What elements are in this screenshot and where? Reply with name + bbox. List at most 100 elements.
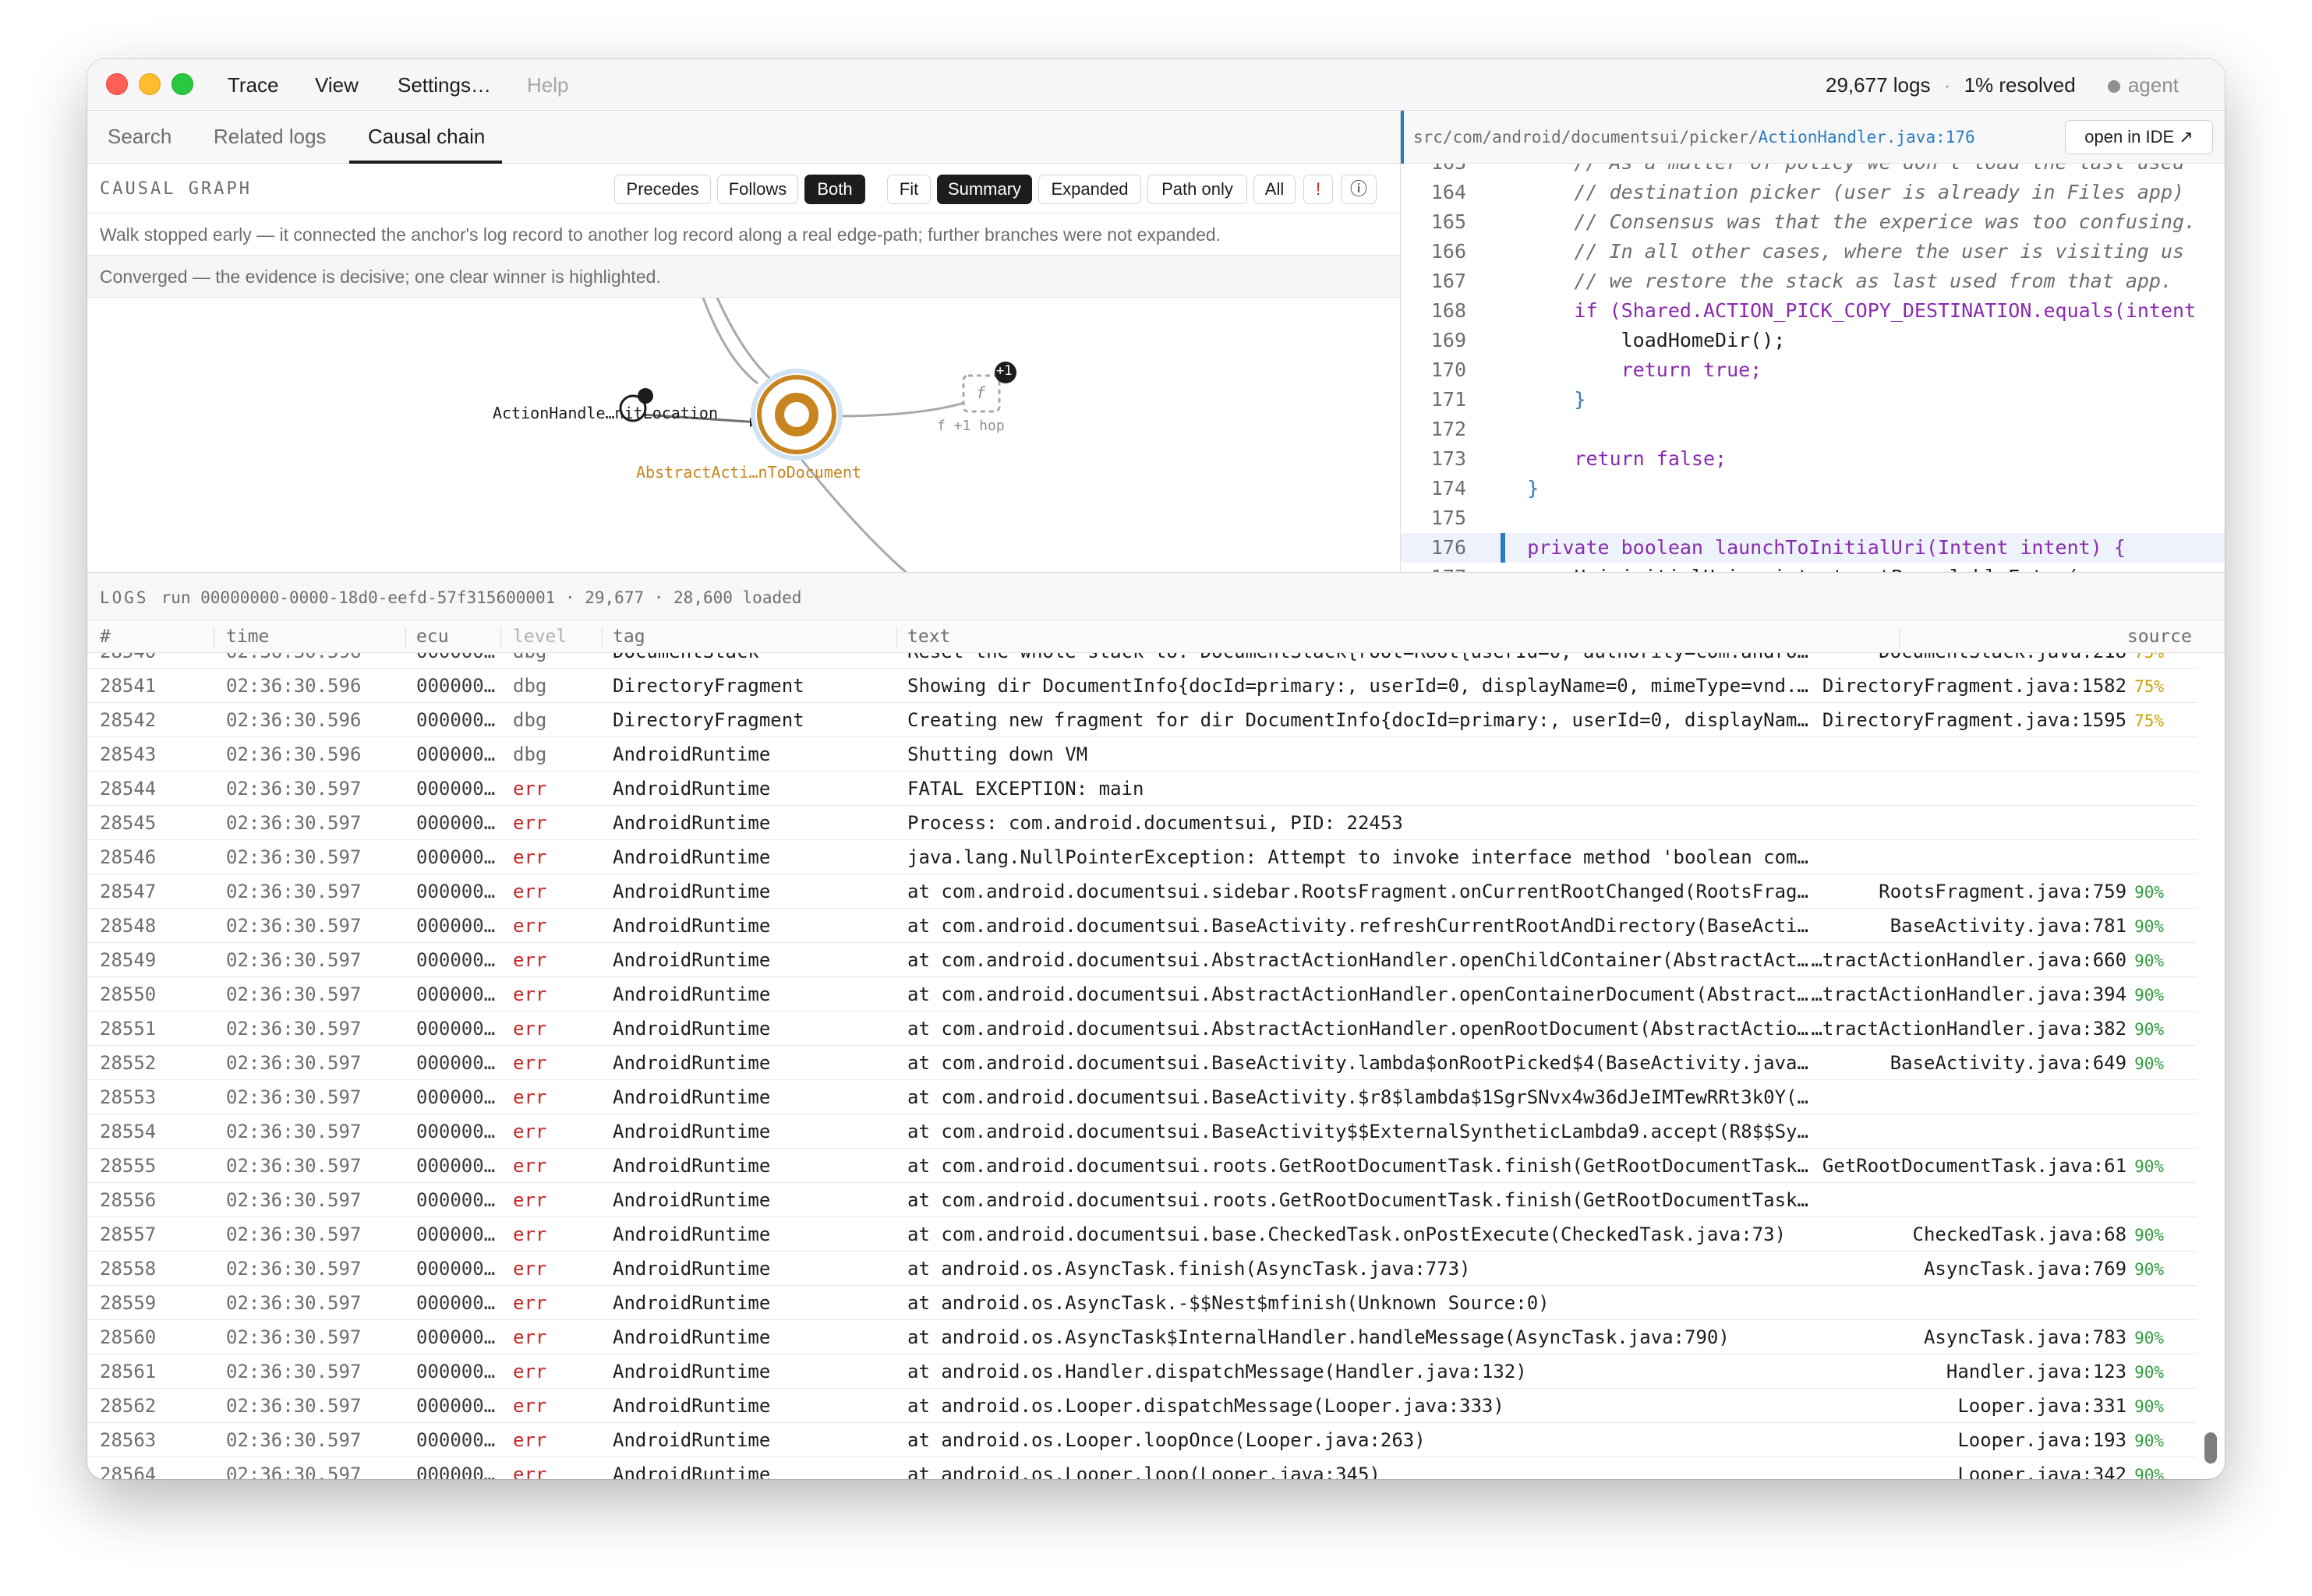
log-row[interactable]: 28562 02:36:30.597 000000… err AndroidRuntim… bbox=[87, 1389, 2197, 1423]
log-source[interactable]: …tractActionHandler.java:382 90% bbox=[1759, 1012, 2164, 1047]
log-row[interactable]: 28550 02:36:30.597 000000… err AndroidRuntim… bbox=[87, 977, 2197, 1012]
log-row[interactable]: 28555 02:36:30.597 000000… err AndroidRuntim… bbox=[87, 1149, 2197, 1183]
expand-badge-icon[interactable] bbox=[638, 388, 653, 404]
log-source-confidence: 90% bbox=[2134, 1466, 2164, 1479]
scroll-thumb[interactable] bbox=[2204, 1432, 2217, 1464]
col-tag[interactable]: tag bbox=[613, 627, 645, 647]
log-source[interactable]: …tractActionHandler.java:660 90% bbox=[1759, 943, 2164, 978]
col-time[interactable]: time bbox=[226, 627, 269, 647]
log-source[interactable] bbox=[1759, 840, 2164, 875]
log-row[interactable]: 28559 02:36:30.597 000000… err AndroidRuntim… bbox=[87, 1286, 2197, 1320]
log-row[interactable]: 28551 02:36:30.597 000000… err AndroidRuntim… bbox=[87, 1012, 2197, 1046]
expanded-button[interactable]: Expanded bbox=[1038, 175, 1141, 204]
log-row[interactable]: 28553 02:36:30.597 000000… err AndroidRuntim… bbox=[87, 1080, 2197, 1114]
col-divider[interactable] bbox=[500, 627, 501, 648]
log-row[interactable]: 28560 02:36:30.597 000000… err AndroidRuntim… bbox=[87, 1320, 2197, 1354]
log-num: 28564 bbox=[100, 1464, 157, 1479]
log-row[interactable]: 28549 02:36:30.597 000000… err AndroidRuntim… bbox=[87, 943, 2197, 977]
col-level[interactable]: level bbox=[513, 627, 567, 647]
log-source[interactable]: DocumentStack.java:218 75% bbox=[1759, 653, 2164, 669]
log-row[interactable]: 28552 02:36:30.597 000000… err AndroidRuntim… bbox=[87, 1046, 2197, 1080]
precedes-button[interactable]: Precedes bbox=[614, 175, 711, 204]
log-source[interactable] bbox=[1759, 806, 2164, 841]
source-path[interactable]: src/com/android/documentsui/picker/Actio… bbox=[1413, 128, 1975, 147]
log-num: 28562 bbox=[100, 1395, 157, 1417]
log-row[interactable]: 28544 02:36:30.597 000000… err AndroidRuntim… bbox=[87, 772, 2197, 806]
log-level: dbg bbox=[513, 709, 547, 731]
source-path-bar: src/com/android/documentsui/picker/Actio… bbox=[1401, 111, 2225, 164]
log-row[interactable]: 28546 02:36:30.597 000000… err AndroidRuntim… bbox=[87, 840, 2197, 874]
log-source[interactable]: AsyncTask.java:769 90% bbox=[1759, 1252, 2164, 1287]
log-row[interactable]: 28556 02:36:30.597 000000… err AndroidRuntim… bbox=[87, 1183, 2197, 1217]
log-source[interactable]: DirectoryFragment.java:1582 75% bbox=[1759, 669, 2164, 704]
log-row[interactable]: 28543 02:36:30.596 000000… dbg AndroidRuntim… bbox=[87, 737, 2197, 772]
log-source[interactable]: CheckedTask.java:68 90% bbox=[1759, 1217, 2164, 1252]
log-source[interactable] bbox=[1759, 1080, 2164, 1115]
log-source[interactable]: GetRootDocumentTask.java:61 90% bbox=[1759, 1149, 2164, 1184]
log-row[interactable]: 28540 02:36:30.596 000000…dbg DocumentStack… bbox=[87, 653, 2197, 669]
log-row[interactable]: 28563 02:36:30.597 000000… err AndroidRuntim… bbox=[87, 1423, 2197, 1457]
tab-causal-chain[interactable]: Causal chain bbox=[368, 125, 485, 149]
log-source[interactable]: Looper.java:342 90% bbox=[1759, 1457, 2164, 1479]
log-source-file: AsyncTask.java:783 bbox=[1923, 1326, 2127, 1348]
alert-button[interactable]: ! bbox=[1303, 175, 1333, 204]
log-source[interactable] bbox=[1759, 1114, 2164, 1149]
log-source[interactable]: RootsFragment.java:759 90% bbox=[1759, 874, 2164, 909]
log-row[interactable]: 28558 02:36:30.597 000000… err AndroidRuntim… bbox=[87, 1252, 2197, 1286]
info-icon[interactable]: ⓘ bbox=[1341, 175, 1377, 204]
code-text: return true; bbox=[1480, 358, 1762, 381]
log-text: at com.android.documentsui.roots.GetRoot… bbox=[907, 1155, 1808, 1177]
menu-view[interactable]: View bbox=[315, 73, 359, 97]
causal-graph-canvas[interactable]: + +1 f ActionHandle…nitLocation Abstract… bbox=[87, 298, 1400, 572]
close-window-button[interactable] bbox=[106, 73, 128, 95]
log-source[interactable]: AsyncTask.java:783 90% bbox=[1759, 1320, 2164, 1355]
log-row[interactable]: 28564 02:36:30.597 000000… err AndroidRuntim… bbox=[87, 1457, 2197, 1479]
col-divider[interactable] bbox=[896, 627, 897, 648]
col-divider[interactable] bbox=[405, 627, 406, 648]
fit-button[interactable]: Fit bbox=[887, 175, 931, 204]
open-in-ide-button[interactable]: open in IDE ↗ bbox=[2065, 120, 2213, 154]
log-row[interactable]: 28542 02:36:30.596 000000… dbg DirectoryFrag… bbox=[87, 703, 2197, 737]
log-source-confidence: 90% bbox=[2134, 1157, 2164, 1176]
log-row[interactable]: 28548 02:36:30.597 000000… err AndroidRuntim… bbox=[87, 909, 2197, 943]
log-source[interactable] bbox=[1759, 737, 2164, 772]
log-row[interactable]: 28561 02:36:30.597 000000… err AndroidRuntim… bbox=[87, 1354, 2197, 1389]
log-source[interactable]: DirectoryFragment.java:1595 75% bbox=[1759, 703, 2164, 738]
log-source[interactable]: Looper.java:193 90% bbox=[1759, 1423, 2164, 1458]
minimize-window-button[interactable] bbox=[139, 73, 161, 95]
tab-related-logs[interactable]: Related logs bbox=[214, 125, 327, 149]
follows-button[interactable]: Follows bbox=[717, 175, 798, 204]
log-source[interactable]: BaseActivity.java:649 90% bbox=[1759, 1046, 2164, 1081]
log-row[interactable]: 28557 02:36:30.597 000000… err AndroidRuntim… bbox=[87, 1217, 2197, 1252]
col-num[interactable]: # bbox=[100, 627, 111, 647]
log-source[interactable]: …tractActionHandler.java:394 90% bbox=[1759, 977, 2164, 1012]
log-source[interactable]: BaseActivity.java:781 90% bbox=[1759, 909, 2164, 944]
log-row[interactable]: 28545 02:36:30.597 000000… err AndroidRuntim… bbox=[87, 806, 2197, 840]
zoom-window-button[interactable] bbox=[171, 73, 193, 95]
log-source[interactable]: Handler.java:123 90% bbox=[1759, 1354, 2164, 1389]
agent-status[interactable]: agent bbox=[2107, 73, 2179, 97]
col-divider[interactable] bbox=[1899, 627, 1900, 648]
log-row[interactable]: 28541 02:36:30.596 000000… dbg DirectoryFrag… bbox=[87, 669, 2197, 703]
tab-search[interactable]: Search bbox=[108, 125, 171, 149]
both-button[interactable]: Both bbox=[804, 175, 865, 204]
log-scrollbar[interactable] bbox=[2201, 653, 2220, 1479]
log-row[interactable]: 28547 02:36:30.597 000000… err AndroidRuntim… bbox=[87, 874, 2197, 909]
col-text[interactable]: text bbox=[907, 627, 950, 647]
log-tag: AndroidRuntime bbox=[613, 1429, 771, 1451]
menu-trace[interactable]: Trace bbox=[228, 73, 279, 97]
log-row[interactable]: 28554 02:36:30.597 000000… err AndroidRuntim… bbox=[87, 1114, 2197, 1149]
log-source[interactable] bbox=[1759, 1286, 2164, 1321]
col-ecu[interactable]: ecu bbox=[416, 627, 449, 647]
path-only-button[interactable]: Path only bbox=[1147, 175, 1247, 204]
all-button[interactable]: All bbox=[1253, 175, 1296, 204]
log-source[interactable] bbox=[1759, 1183, 2164, 1218]
col-source[interactable]: source bbox=[2127, 627, 2192, 647]
summary-button[interactable]: Summary bbox=[937, 175, 1032, 204]
log-source[interactable] bbox=[1759, 772, 2164, 807]
log-source[interactable]: Looper.java:331 90% bbox=[1759, 1389, 2164, 1424]
anchor-node-icon[interactable] bbox=[775, 393, 818, 436]
menu-settings[interactable]: Settings… bbox=[398, 73, 491, 97]
menu-help[interactable]: Help bbox=[527, 73, 568, 97]
col-divider[interactable] bbox=[602, 627, 603, 648]
